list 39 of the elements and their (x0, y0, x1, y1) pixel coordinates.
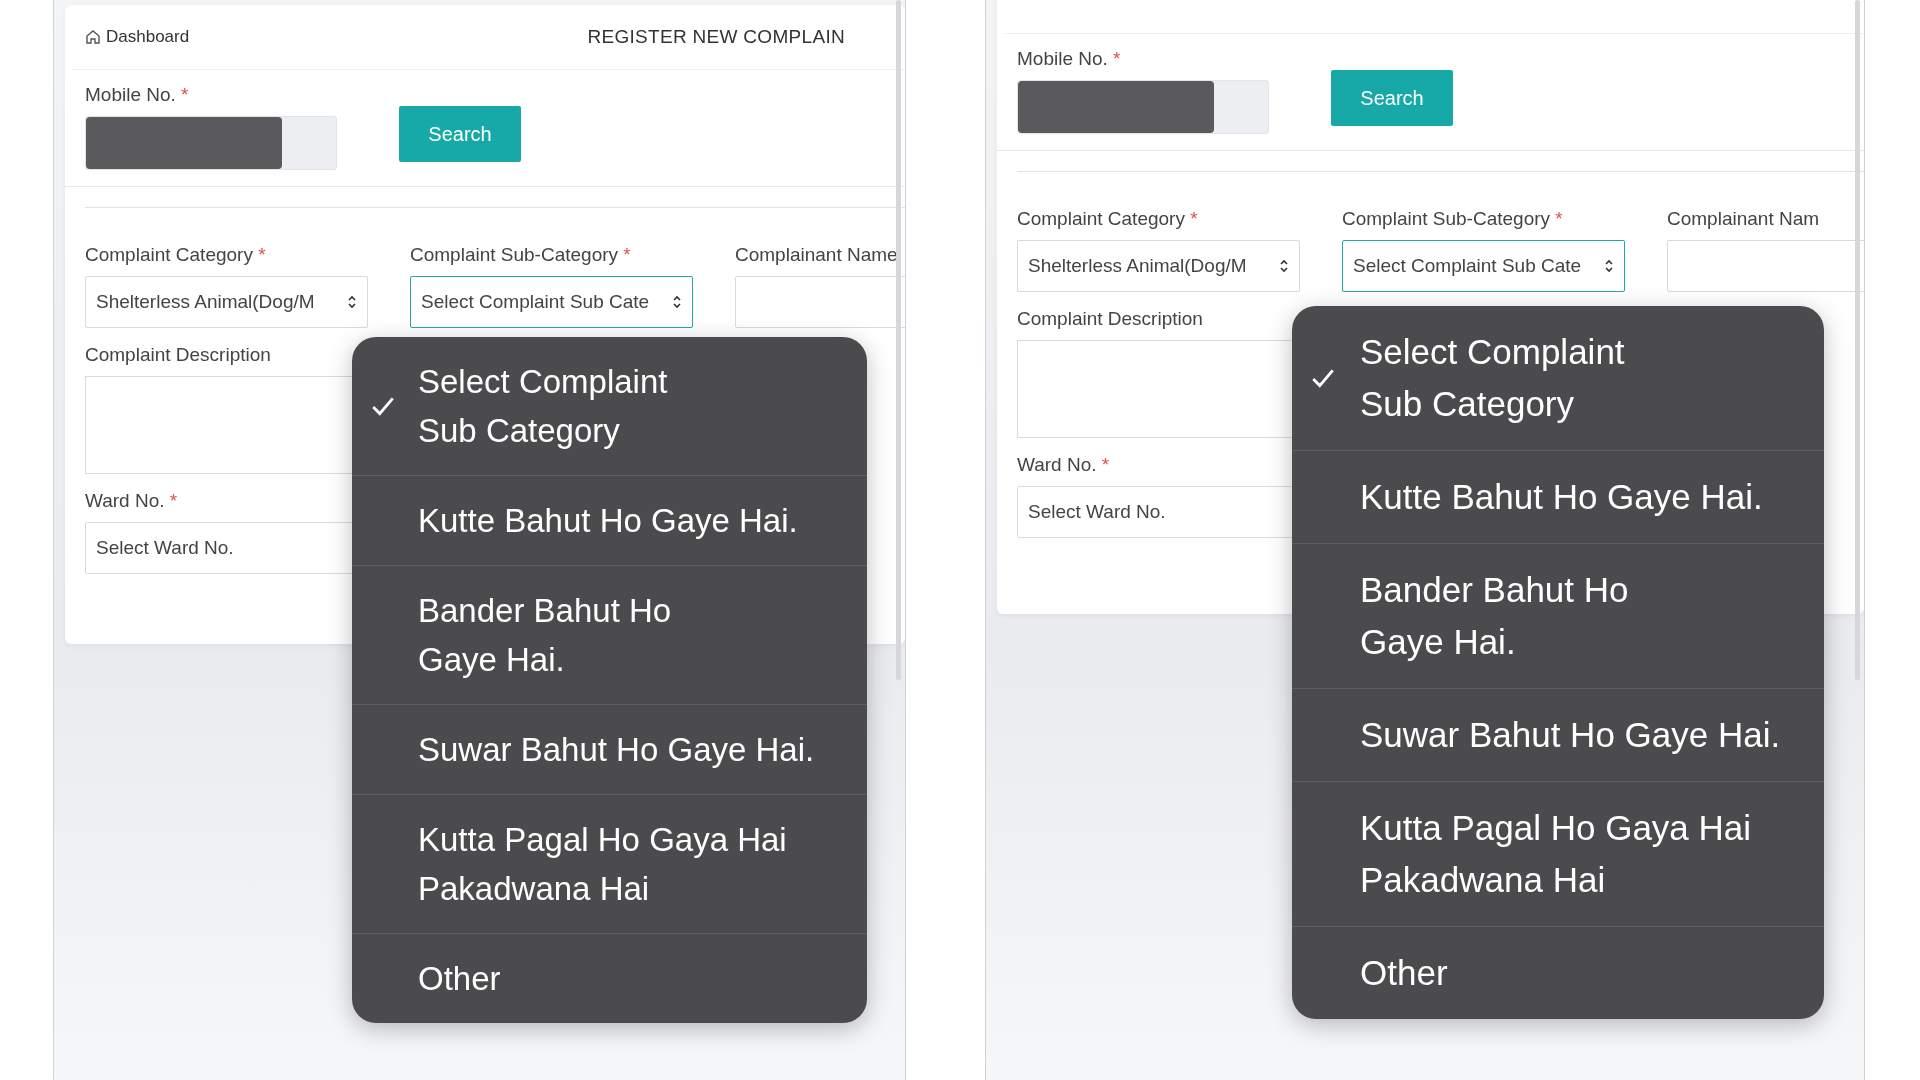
menu-option[interactable]: Select Complaint Sub Category (352, 337, 867, 475)
chevron-icon (1279, 258, 1289, 274)
menu-option[interactable]: Kutta Pagal Ho Gaya Hai Pakadwana Hai (352, 794, 867, 933)
select-field[interactable]: Select Complaint Sub Cate (410, 276, 693, 328)
field-label: Complaint Category * (1017, 208, 1199, 230)
menu-option[interactable]: Kutta Pagal Ho Gaya Hai Pakadwana Hai (1292, 781, 1824, 926)
field-label: Ward No. * (85, 490, 179, 512)
home-icon (85, 29, 101, 45)
field-label: Complaint Description (85, 344, 272, 366)
menu-option[interactable]: Suwar Bahut Ho Gaye Hai. (352, 704, 867, 794)
chevron-icon (1604, 258, 1614, 274)
mobile-field[interactable] (85, 116, 337, 170)
menu-option[interactable]: Other (352, 933, 867, 1023)
mobile-field[interactable] (1017, 80, 1269, 134)
menu-option[interactable]: Bander Bahut Ho Gaye Hai. (352, 565, 867, 704)
field-label: Mobile No. * (85, 84, 190, 106)
field-label: Complainant Name (735, 244, 899, 266)
field-label: Complainant Nam (1667, 208, 1821, 230)
menu-option[interactable]: Kutte Bahut Ho Gaye Hai. (352, 475, 867, 565)
menu-option[interactable]: Kutte Bahut Ho Gaye Hai. (1292, 450, 1824, 543)
field-label: Mobile No. * (1017, 48, 1122, 70)
field-label: Complaint Description (1017, 308, 1204, 330)
chevron-icon (347, 294, 357, 310)
field-label: Complaint Category * (85, 244, 267, 266)
menu-option[interactable]: Select Complaint Sub Category (1292, 306, 1824, 450)
dashboard-link[interactable]: Dashboard (85, 27, 190, 47)
field-label: Complaint Sub-Category * (410, 244, 632, 266)
text-field[interactable] (735, 276, 905, 328)
select-field[interactable]: Shelterless Animal(Dog/M (1017, 240, 1300, 292)
field-label: Complaint Sub-Category * (1342, 208, 1564, 230)
menu-option[interactable]: Suwar Bahut Ho Gaye Hai. (1292, 688, 1824, 781)
menu-option[interactable]: Bander Bahut Ho Gaye Hai. (1292, 543, 1824, 688)
select-field[interactable]: Select Complaint Sub Cate (1342, 240, 1625, 292)
menu-option[interactable]: Other (1292, 926, 1824, 1019)
select-field[interactable]: Shelterless Animal(Dog/M (85, 276, 368, 328)
page-title: REGISTER NEW COMPLAIN (587, 26, 845, 48)
field-label: Ward No. * (1017, 454, 1111, 476)
chevron-icon (672, 294, 682, 310)
text-field[interactable] (1667, 240, 1864, 292)
